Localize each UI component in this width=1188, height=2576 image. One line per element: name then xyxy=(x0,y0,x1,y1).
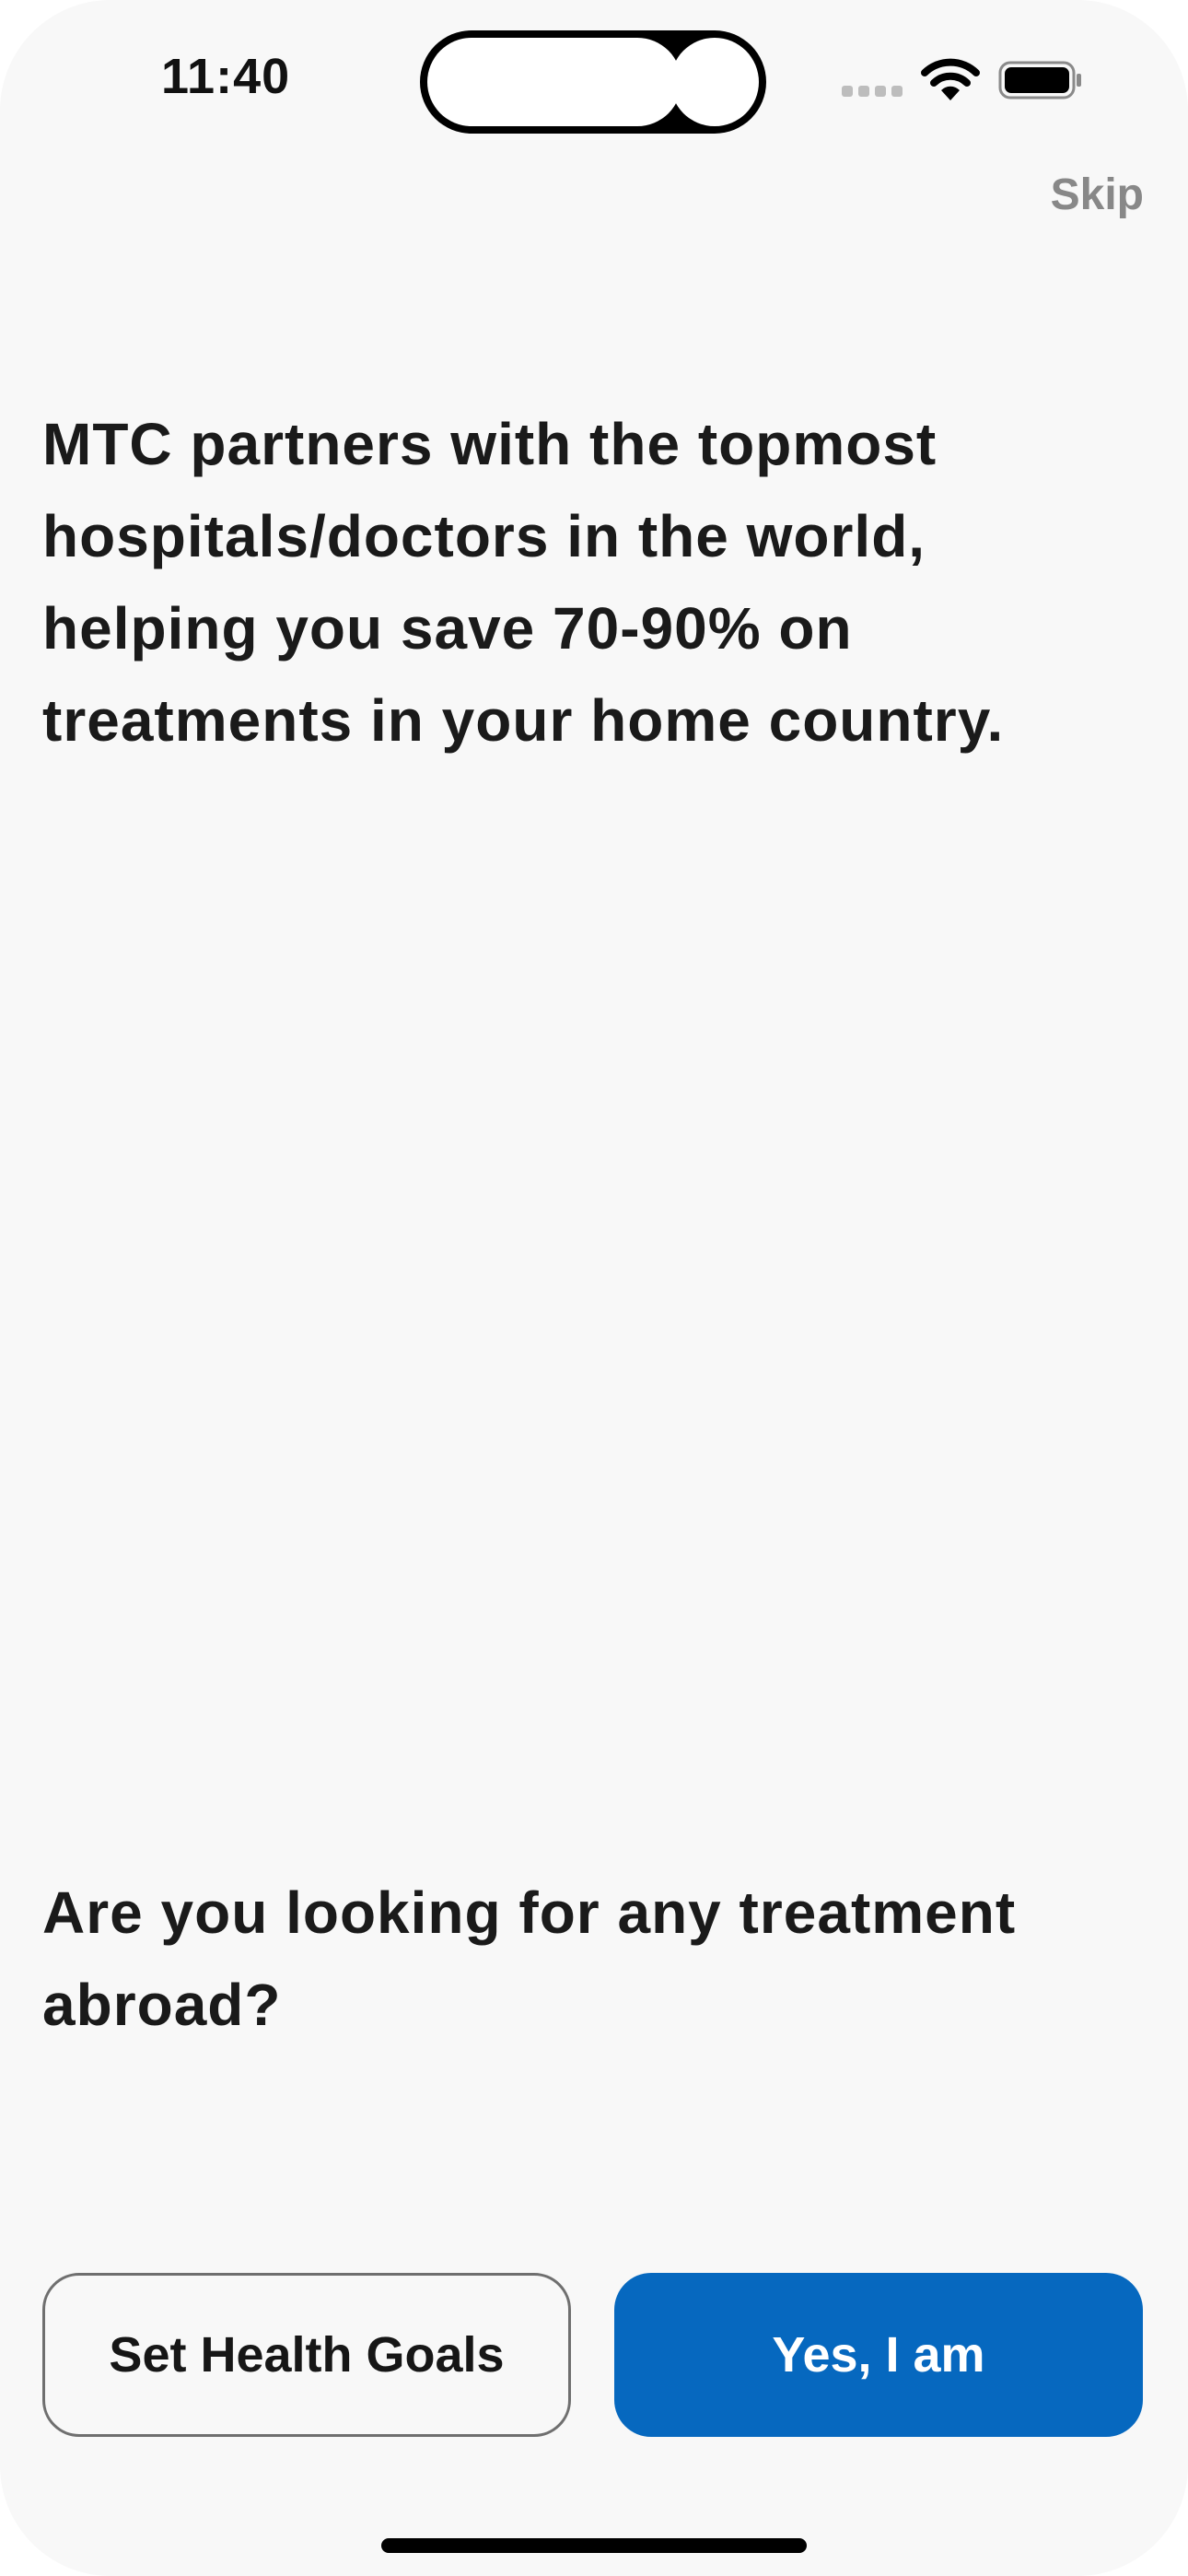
signal-icon xyxy=(842,86,903,99)
yes-i-am-button[interactable]: Yes, I am xyxy=(614,2273,1143,2437)
island-dot xyxy=(670,38,759,126)
battery-icon xyxy=(998,61,1081,100)
intro-text: MTC partners with the topmost hospitals/… xyxy=(42,411,1005,754)
set-health-goals-label: Set Health Goals xyxy=(109,2327,505,2383)
status-time: 11:40 xyxy=(161,49,291,104)
wifi-icon xyxy=(921,58,980,100)
skip-button[interactable]: Skip xyxy=(1051,170,1144,220)
dynamic-island xyxy=(420,30,766,134)
onboarding-screen: 11:40 Skip MTC partners with the topmost… xyxy=(0,0,1188,2576)
home-indicator[interactable] xyxy=(381,2538,807,2553)
island-pill xyxy=(427,38,681,126)
set-health-goals-button[interactable]: Set Health Goals xyxy=(42,2273,571,2437)
yes-i-am-label: Yes, I am xyxy=(772,2327,985,2383)
question-text: Are you looking for any treatment abroad… xyxy=(42,1879,1017,2038)
